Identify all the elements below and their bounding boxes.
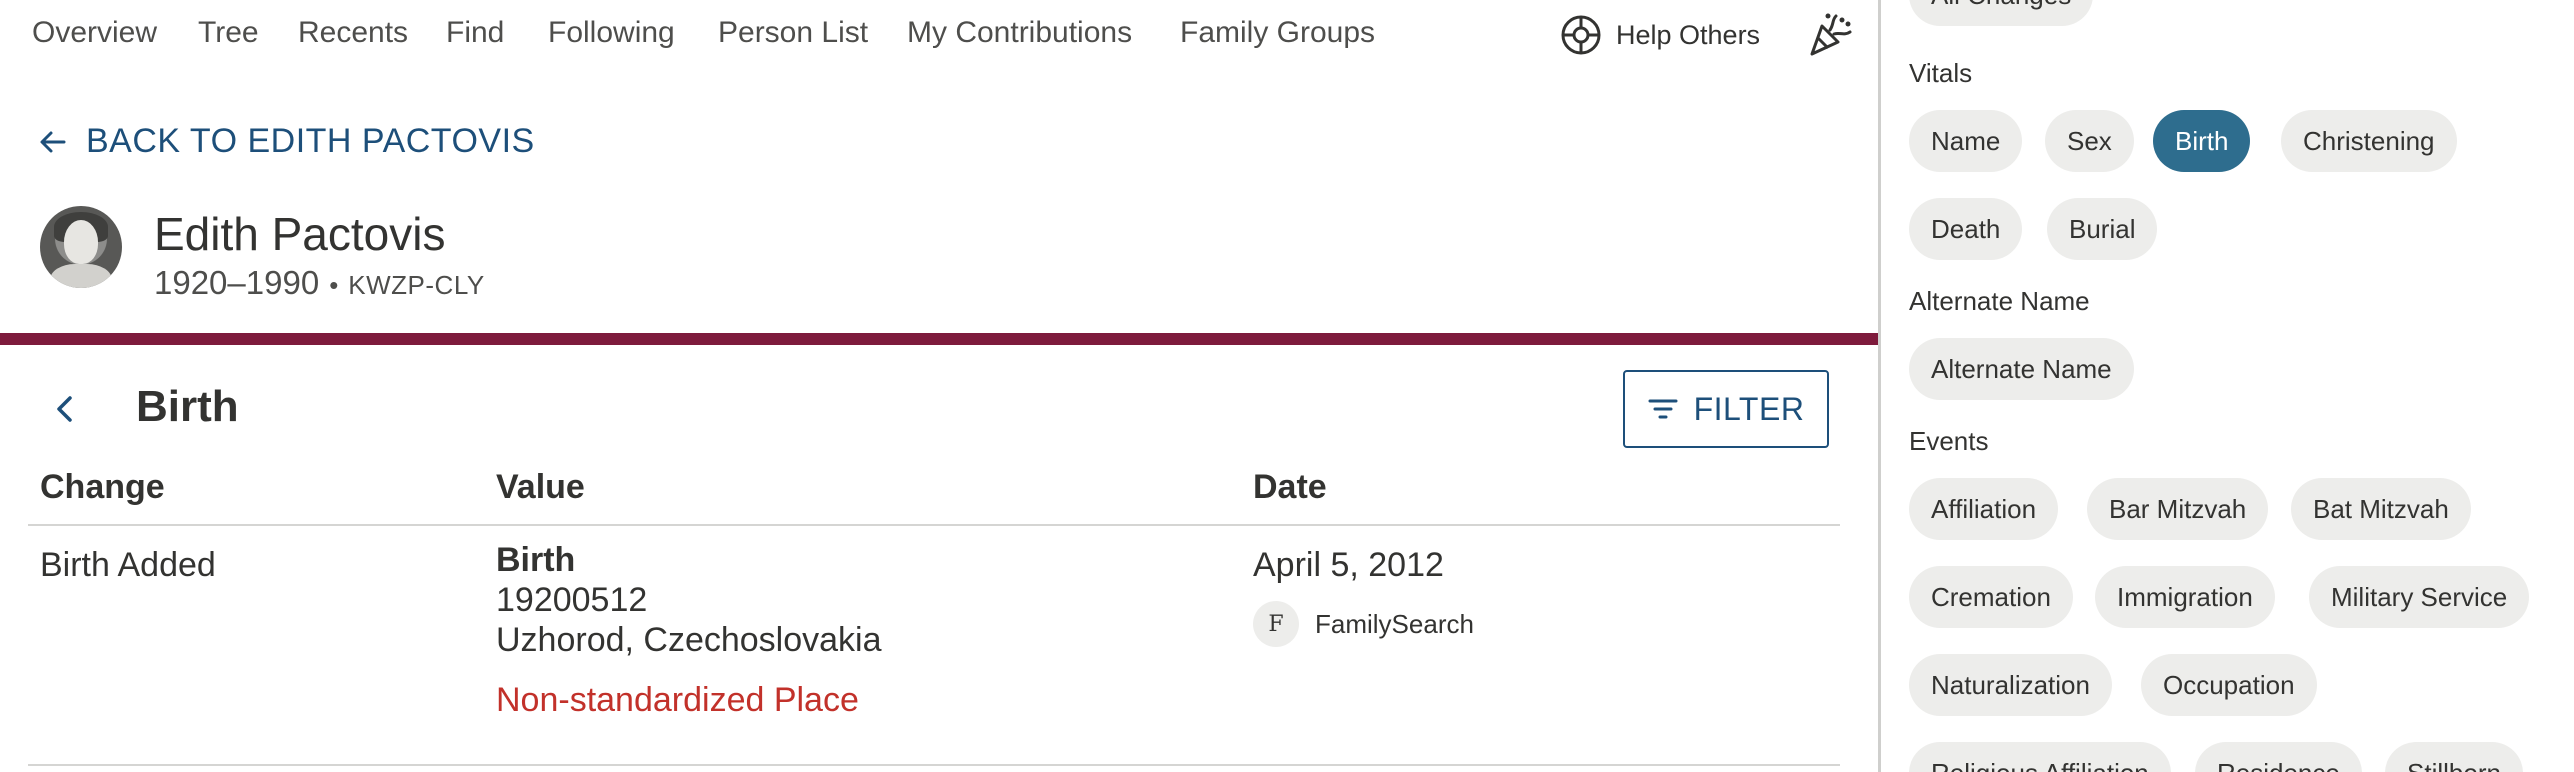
chip-sex[interactable]: Sex — [2045, 110, 2134, 172]
change-history-pane: Overview Tree Recents Find Following Per… — [0, 0, 1878, 772]
chip-cremation[interactable]: Cremation — [1909, 566, 2073, 628]
column-header-change: Change — [40, 468, 165, 506]
arrow-left-icon — [40, 131, 66, 152]
chip-residence[interactable]: Residence — [2195, 742, 2362, 772]
table-row: Birth Added Birth 19200512 Uzhorod, Czec… — [28, 526, 1840, 766]
chip-religious-affiliation[interactable]: Religious Affiliation — [1909, 742, 2171, 772]
change-cell: Birth Added — [40, 546, 216, 584]
person-name: Edith Pactovis — [154, 208, 446, 260]
person-lifespan: 1920–1990 — [154, 264, 320, 301]
value-place: Uzhorod, Czechoslovakia — [496, 621, 882, 659]
chip-military-service[interactable]: Military Service — [2309, 566, 2530, 628]
value-title: Birth — [496, 541, 576, 579]
date-cell: April 5, 2012 F FamilySearch — [1253, 546, 1474, 647]
nav-find[interactable]: Find — [446, 16, 504, 50]
group-label-alternate-name: Alternate Name — [1909, 286, 2090, 316]
section-title: Birth — [136, 382, 239, 431]
person-header: Edith Pactovis 1920–1990 • KWZP-CLY — [40, 206, 485, 302]
nav-tree[interactable]: Tree — [198, 16, 259, 50]
chip-birth[interactable]: Birth — [2153, 110, 2251, 172]
table-header: Change Value Date — [28, 460, 1840, 526]
column-header-value: Value — [496, 468, 585, 506]
group-label-events: Events — [1909, 426, 1989, 456]
value-date: 19200512 — [496, 581, 648, 619]
chip-christening[interactable]: Christening — [2281, 110, 2457, 172]
chip-death[interactable]: Death — [1909, 198, 2023, 260]
value-cell: Birth 19200512 Uzhorod, Czechoslovakia N… — [496, 540, 882, 720]
filter-panel: All Changes Vitals Name Sex Birth Christ… — [1881, 0, 2574, 772]
chip-bar-mitzvah[interactable]: Bar Mitzvah — [2087, 478, 2269, 540]
chip-alternate-name[interactable]: Alternate Name — [1909, 338, 2134, 400]
contributor[interactable]: F FamilySearch — [1253, 601, 1474, 647]
chip-affiliation[interactable]: Affiliation — [1909, 478, 2059, 540]
person-id: KWZP-CLY — [348, 270, 485, 300]
section-header: Birth FILTER — [0, 370, 1878, 450]
nav-my-contributions[interactable]: My Contributions — [907, 16, 1132, 50]
filter-button[interactable]: FILTER — [1623, 370, 1829, 448]
chevron-left-icon[interactable] — [50, 392, 80, 426]
avatar — [40, 206, 122, 288]
chip-name[interactable]: Name — [1909, 110, 2023, 172]
column-header-date: Date — [1253, 468, 1327, 506]
chip-naturalization[interactable]: Naturalization — [1909, 654, 2112, 716]
chip-stillborn[interactable]: Stillborn — [2385, 742, 2523, 772]
help-others-icon — [1561, 15, 1601, 55]
meta-separator: • — [329, 270, 339, 300]
filter-button-label: FILTER — [1693, 390, 1805, 427]
back-to-person-link[interactable]: BACK TO EDITH PACTOVIS — [38, 122, 535, 161]
contributor-name: FamilySearch — [1315, 608, 1474, 639]
nav-person-list[interactable]: Person List — [718, 16, 868, 50]
filter-icon — [1648, 399, 1678, 419]
non-standardized-warning: Non-standardized Place — [496, 681, 859, 719]
change-date: April 5, 2012 — [1253, 546, 1444, 584]
group-label-vitals: Vitals — [1909, 58, 1973, 88]
help-others-label: Help Others — [1616, 19, 1761, 50]
nav-overview[interactable]: Overview — [32, 16, 157, 50]
chip-all-changes[interactable]: All Changes — [1909, 0, 2094, 26]
nav-recents[interactable]: Recents — [298, 16, 408, 50]
celebration-icon[interactable] — [1808, 12, 1852, 58]
help-others-link[interactable]: Help Others — [1560, 14, 1760, 56]
section-divider-bar — [0, 333, 1878, 345]
nav-following[interactable]: Following — [548, 16, 675, 50]
contributor-avatar: F — [1253, 601, 1299, 647]
chip-immigration[interactable]: Immigration — [2095, 566, 2275, 628]
chip-bat-mitzvah[interactable]: Bat Mitzvah — [2291, 478, 2471, 540]
chip-burial[interactable]: Burial — [2047, 198, 2158, 260]
back-link-label: BACK TO EDITH PACTOVIS — [86, 122, 535, 160]
top-navigation: Overview Tree Recents Find Following Per… — [0, 0, 1878, 76]
nav-family-groups[interactable]: Family Groups — [1180, 16, 1375, 50]
chip-occupation[interactable]: Occupation — [2141, 654, 2317, 716]
